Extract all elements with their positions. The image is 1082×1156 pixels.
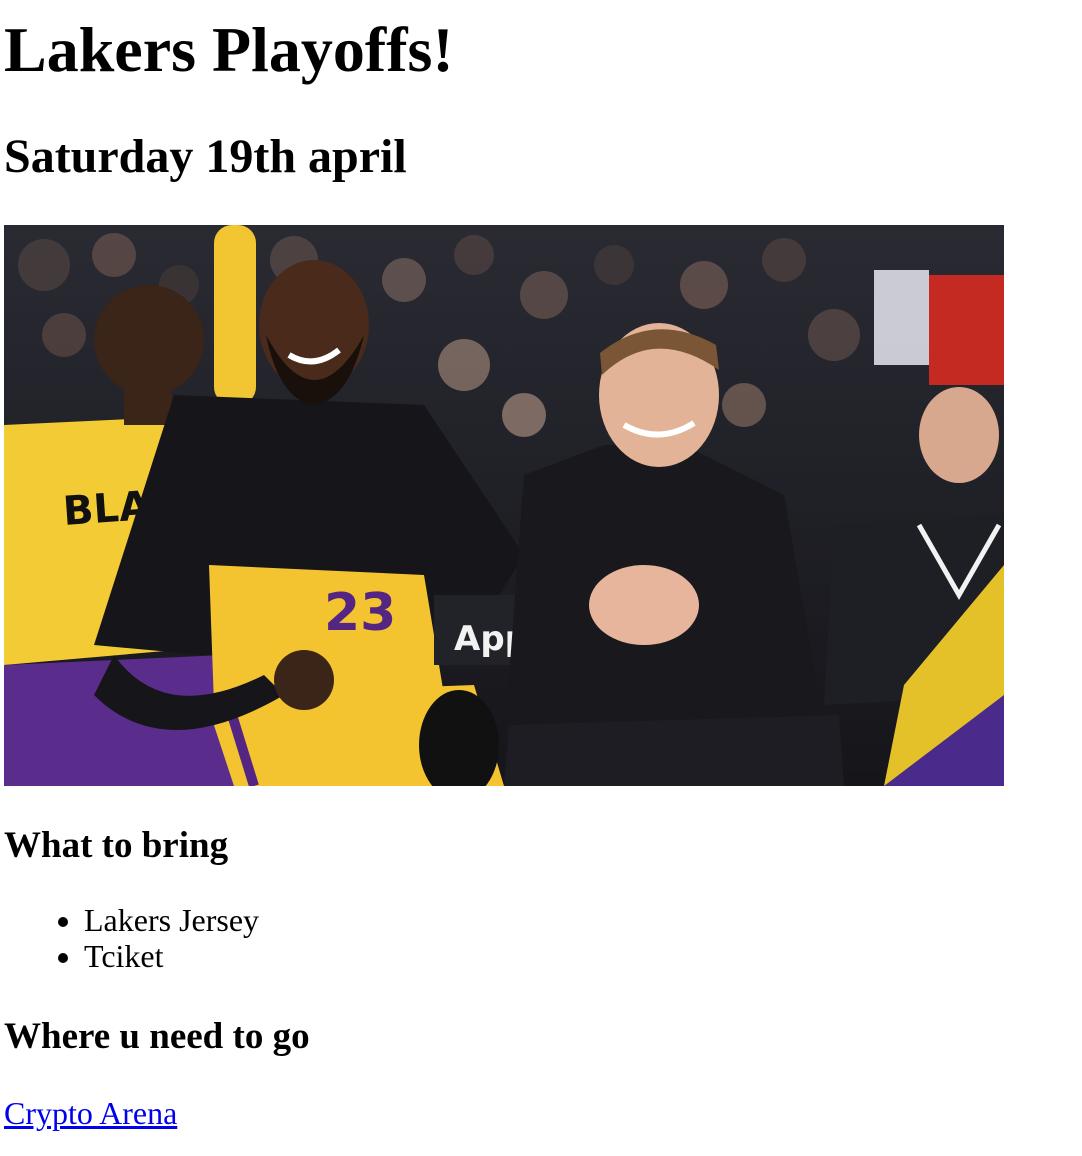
bring-heading: What to bring xyxy=(4,825,229,866)
bullet-icon xyxy=(58,953,68,963)
list-item-label: Tciket xyxy=(84,938,164,974)
list-item: Tciket xyxy=(4,938,259,974)
list-item-label: Lakers Jersey xyxy=(84,902,260,938)
list-item: Lakers Jersey xyxy=(4,902,259,938)
bring-list: Lakers Jersey Tciket xyxy=(4,902,259,974)
svg-text:23: 23 xyxy=(324,583,396,643)
page-title: Lakers Playoffs! xyxy=(4,14,454,85)
photo-illustration: BLACK HISTORY 23 App xyxy=(4,225,1004,786)
venue-link[interactable]: Crypto Arena xyxy=(4,1093,177,1133)
event-photo: BLACK HISTORY 23 App xyxy=(4,225,1004,786)
bullet-icon xyxy=(58,917,68,927)
event-date: Saturday 19th april xyxy=(4,130,407,183)
where-heading: Where u need to go xyxy=(4,1016,310,1057)
